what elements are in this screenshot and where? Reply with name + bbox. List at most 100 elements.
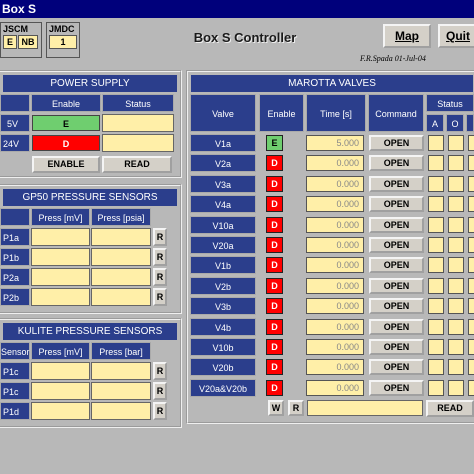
ps-enable-button[interactable]: ENABLE xyxy=(32,156,100,173)
valve-status-c xyxy=(468,359,474,375)
valve-row: V10a D 0.000 OPEN xyxy=(190,216,474,234)
valve-status-c xyxy=(468,196,474,212)
jmdc-value: 1 xyxy=(49,35,77,49)
ps-enable-5v[interactable]: E xyxy=(32,115,100,131)
app-title: Box S Controller xyxy=(193,30,297,45)
kulite-mv-field xyxy=(31,362,90,380)
valve-open-button[interactable]: OPEN xyxy=(369,155,424,171)
kulite-read-button[interactable]: R xyxy=(153,362,167,380)
valve-time-field[interactable]: 0.000 xyxy=(306,339,364,355)
gp50-read-button[interactable]: R xyxy=(153,288,167,306)
valve-enable-toggle[interactable]: D xyxy=(266,278,283,294)
gp50-read-button[interactable]: R xyxy=(153,268,167,286)
valve-time-field[interactable]: 0.000 xyxy=(306,380,364,396)
valve-status-o xyxy=(448,319,464,335)
valve-enable-toggle[interactable]: D xyxy=(266,380,283,396)
gp50-read-button[interactable]: R xyxy=(153,248,167,266)
valve-enable-toggle[interactable]: D xyxy=(266,155,283,171)
valve-label: V10a xyxy=(190,216,256,234)
valve-enable-toggle[interactable]: D xyxy=(266,237,283,253)
valve-enable-toggle[interactable]: D xyxy=(266,339,283,355)
gp50-row-label: P2a xyxy=(0,268,30,286)
valve-status-a xyxy=(428,257,444,273)
ps-enable-24v[interactable]: D xyxy=(32,135,100,151)
valve-row: V3a D 0.000 OPEN xyxy=(190,175,474,193)
jmdc-label: JMDC xyxy=(49,24,75,34)
mv-header-status-o: O xyxy=(446,114,464,132)
quit-button[interactable]: Quit xyxy=(438,24,474,48)
marotta-title: MAROTTA VALVES xyxy=(191,75,473,92)
valve-row: V10b D 0.000 OPEN xyxy=(190,338,474,356)
kulite-mv-field xyxy=(31,382,90,400)
valve-open-button[interactable]: OPEN xyxy=(369,237,424,253)
valve-open-button[interactable]: OPEN xyxy=(369,380,424,396)
valve-status-o xyxy=(448,257,464,273)
kulite-mv-field xyxy=(31,402,90,420)
gp50-row-label: P1b xyxy=(0,248,30,266)
mv-header-time: Time [s] xyxy=(306,94,366,132)
valve-time-field[interactable]: 0.000 xyxy=(306,278,364,294)
valve-time-field[interactable]: 0.000 xyxy=(306,196,364,212)
valve-status-a xyxy=(428,278,444,294)
kulite-read-button[interactable]: R xyxy=(153,382,167,400)
valve-enable-toggle[interactable]: D xyxy=(266,217,283,233)
valve-status-a xyxy=(428,339,444,355)
map-button[interactable]: Map xyxy=(383,24,431,48)
valve-time-field[interactable]: 0.000 xyxy=(306,237,364,253)
valve-enable-toggle[interactable]: D xyxy=(266,196,283,212)
valve-time-field[interactable]: 0.000 xyxy=(306,155,364,171)
valve-enable-toggle[interactable]: D xyxy=(266,176,283,192)
kulite-read-button[interactable]: R xyxy=(153,402,167,420)
valve-time-field[interactable]: 0.000 xyxy=(306,298,364,314)
valve-time-field[interactable]: 0.000 xyxy=(306,359,364,375)
valve-open-button[interactable]: OPEN xyxy=(369,319,424,335)
valve-label: V20b xyxy=(190,358,256,376)
valve-status-a xyxy=(428,217,444,233)
valve-open-button[interactable]: OPEN xyxy=(369,135,424,151)
valve-time-field[interactable]: 0.000 xyxy=(306,176,364,192)
valve-row: V4a D 0.000 OPEN xyxy=(190,195,474,213)
ps-read-button[interactable]: READ xyxy=(102,156,172,173)
ps-row-label-24v: 24V xyxy=(0,134,30,152)
valve-status-c xyxy=(468,237,474,253)
valve-label: V3b xyxy=(190,297,256,315)
ps-row-label-5v: 5V xyxy=(0,114,30,132)
valve-status-a xyxy=(428,135,444,151)
valve-row: V2a D 0.000 OPEN xyxy=(190,154,474,172)
valve-time-field[interactable]: 0.000 xyxy=(306,217,364,233)
valve-status-a xyxy=(428,176,444,192)
valve-enable-toggle[interactable]: E xyxy=(266,135,283,151)
valve-label: V4a xyxy=(190,195,256,213)
valve-status-o xyxy=(448,217,464,233)
valve-time-field[interactable]: 0.000 xyxy=(306,257,364,273)
valve-open-button[interactable]: OPEN xyxy=(369,257,424,273)
kulite-row-label: P1c xyxy=(0,362,30,380)
valve-status-o xyxy=(448,380,464,396)
valve-enable-toggle[interactable]: D xyxy=(266,319,283,335)
valve-label: V3a xyxy=(190,175,256,193)
valve-open-button[interactable]: OPEN xyxy=(369,278,424,294)
valve-enable-toggle[interactable]: D xyxy=(266,257,283,273)
mv-read-small-button[interactable]: R xyxy=(288,400,304,416)
valve-enable-toggle[interactable]: D xyxy=(266,359,283,375)
valve-time-field[interactable]: 0.000 xyxy=(306,319,364,335)
valve-open-button[interactable]: OPEN xyxy=(369,217,424,233)
window-titlebar[interactable]: Box S xyxy=(0,0,474,18)
gp50-row-label: P2b xyxy=(0,288,30,306)
valve-open-button[interactable]: OPEN xyxy=(369,298,424,314)
mv-write-button[interactable]: W xyxy=(268,400,284,416)
ps-header-blank xyxy=(0,94,30,112)
gp50-read-button[interactable]: R xyxy=(153,228,167,246)
valve-open-button[interactable]: OPEN xyxy=(369,339,424,355)
valve-status-c xyxy=(468,319,474,335)
valve-enable-toggle[interactable]: D xyxy=(266,298,283,314)
mv-header-enable: Enable xyxy=(259,94,304,132)
mv-header-status: Status xyxy=(426,94,474,112)
valve-open-button[interactable]: OPEN xyxy=(369,196,424,212)
valve-open-button[interactable]: OPEN xyxy=(369,176,424,192)
mv-read-button[interactable]: READ xyxy=(426,400,474,417)
valve-time-field[interactable]: 5.000 xyxy=(306,135,364,151)
valve-row: V20a&V20b D 0.000 OPEN xyxy=(190,379,474,397)
valve-open-button[interactable]: OPEN xyxy=(369,359,424,375)
mv-header-valve: Valve xyxy=(190,94,256,132)
